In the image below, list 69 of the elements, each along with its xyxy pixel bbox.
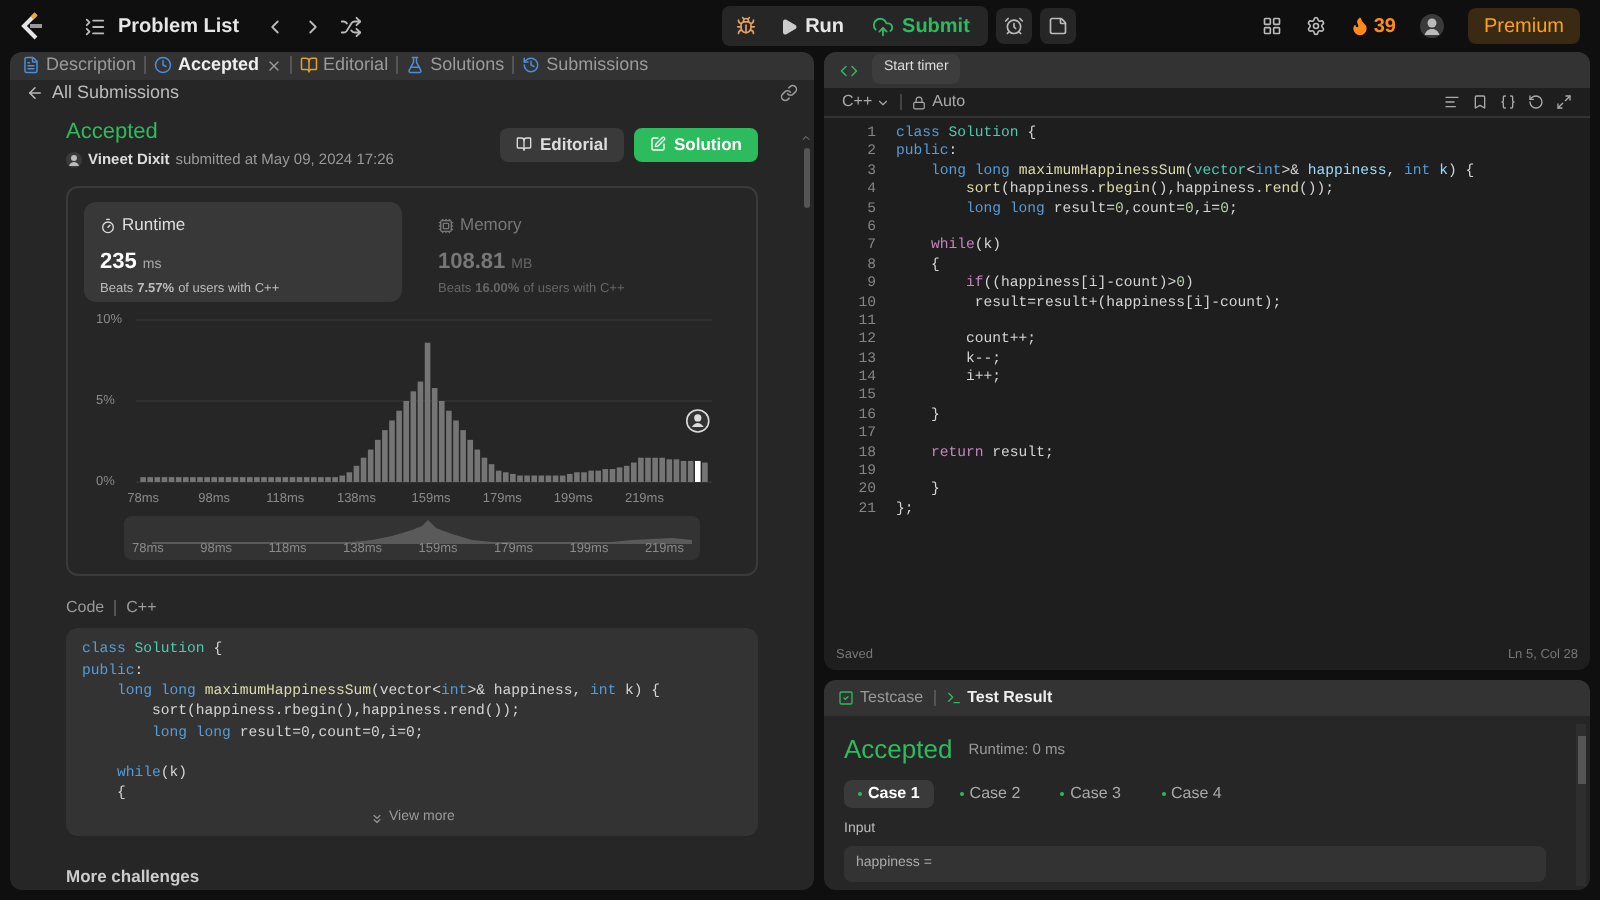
cloud-upload-icon	[872, 15, 895, 37]
result-status: Accepted	[844, 732, 953, 768]
all-submissions-link[interactable]: All Submissions	[26, 79, 180, 107]
case-tab[interactable]: Case 3	[1046, 779, 1136, 807]
alarm-clock-icon	[1003, 16, 1024, 36]
panel-tab[interactable]: Submissions	[522, 52, 649, 80]
note-icon	[1047, 16, 1068, 36]
status-label: Accepted	[66, 118, 160, 147]
lock-icon	[912, 95, 927, 109]
stopwatch-icon	[100, 217, 116, 234]
book-icon	[515, 136, 532, 153]
notes-button[interactable]	[1039, 8, 1076, 44]
submit-button[interactable]: Submit	[860, 10, 982, 42]
stat-title: Memory	[460, 212, 522, 239]
editorial-button[interactable]: Editorial	[499, 127, 624, 162]
settings-icon[interactable]	[1305, 16, 1326, 36]
logo-icon[interactable]	[20, 12, 44, 40]
bookmark-icon[interactable]	[1472, 94, 1488, 110]
problem-list-link[interactable]: Problem List	[118, 11, 240, 41]
case-tab[interactable]: Case 4	[1147, 779, 1236, 807]
stat-value: 235	[100, 248, 137, 279]
panel-tab[interactable]: Description	[22, 52, 137, 80]
play-icon	[779, 17, 798, 35]
close-icon[interactable]	[265, 57, 282, 74]
scrollbar[interactable]	[1576, 724, 1586, 886]
code-icon[interactable]	[840, 61, 858, 79]
avatar-icon	[66, 151, 82, 168]
chip-icon	[438, 217, 454, 234]
stat-value: 108.81	[438, 248, 506, 279]
avatar-icon	[1419, 14, 1444, 38]
panel-tab[interactable]: Editorial	[299, 52, 389, 80]
expand-icon[interactable]	[1556, 94, 1572, 110]
grid-icon[interactable]	[1261, 16, 1282, 36]
list-icon[interactable]	[84, 15, 106, 37]
section-heading: More challenges	[66, 864, 202, 890]
result-tab[interactable]: Test Result	[945, 686, 1053, 710]
language-label: C++	[126, 596, 157, 621]
chevrons-down-icon	[369, 811, 384, 825]
mode-toggle[interactable]: Auto	[912, 90, 966, 114]
format-icon[interactable]	[1444, 94, 1460, 110]
result-tab[interactable]: Testcase	[838, 686, 924, 710]
panel-tab[interactable]: Solutions	[406, 52, 505, 80]
link-icon[interactable]	[780, 83, 798, 102]
book-icon	[299, 56, 318, 75]
history-icon	[522, 56, 541, 75]
user-marker-icon	[686, 409, 710, 434]
panel-tab[interactable]: Accepted	[154, 52, 282, 80]
arrow-left-icon	[26, 83, 44, 102]
shuffle-icon[interactable]	[339, 15, 362, 37]
bug-icon	[735, 16, 756, 36]
premium-button[interactable]: Premium	[1467, 8, 1580, 44]
streak-count: 39	[1373, 13, 1396, 41]
run-button[interactable]: Run	[767, 10, 857, 42]
code-label: Code	[66, 596, 105, 621]
case-tab[interactable]: Case 1	[844, 779, 934, 807]
flask-icon	[406, 56, 425, 75]
checkbox-icon	[838, 690, 854, 706]
case-tab[interactable]: Case 2	[945, 779, 1035, 807]
reset-icon[interactable]	[1528, 94, 1544, 110]
pen-icon	[650, 136, 666, 153]
flame-icon[interactable]	[1349, 16, 1370, 36]
stat-title: Runtime	[122, 212, 186, 239]
braces-icon[interactable]	[1500, 94, 1516, 110]
clock-icon	[154, 56, 173, 75]
timer-button[interactable]	[995, 8, 1032, 44]
terminal-icon	[945, 690, 962, 706]
chevron-down-icon	[876, 95, 891, 109]
language-select[interactable]: C++	[842, 90, 891, 114]
document-icon	[22, 56, 40, 75]
